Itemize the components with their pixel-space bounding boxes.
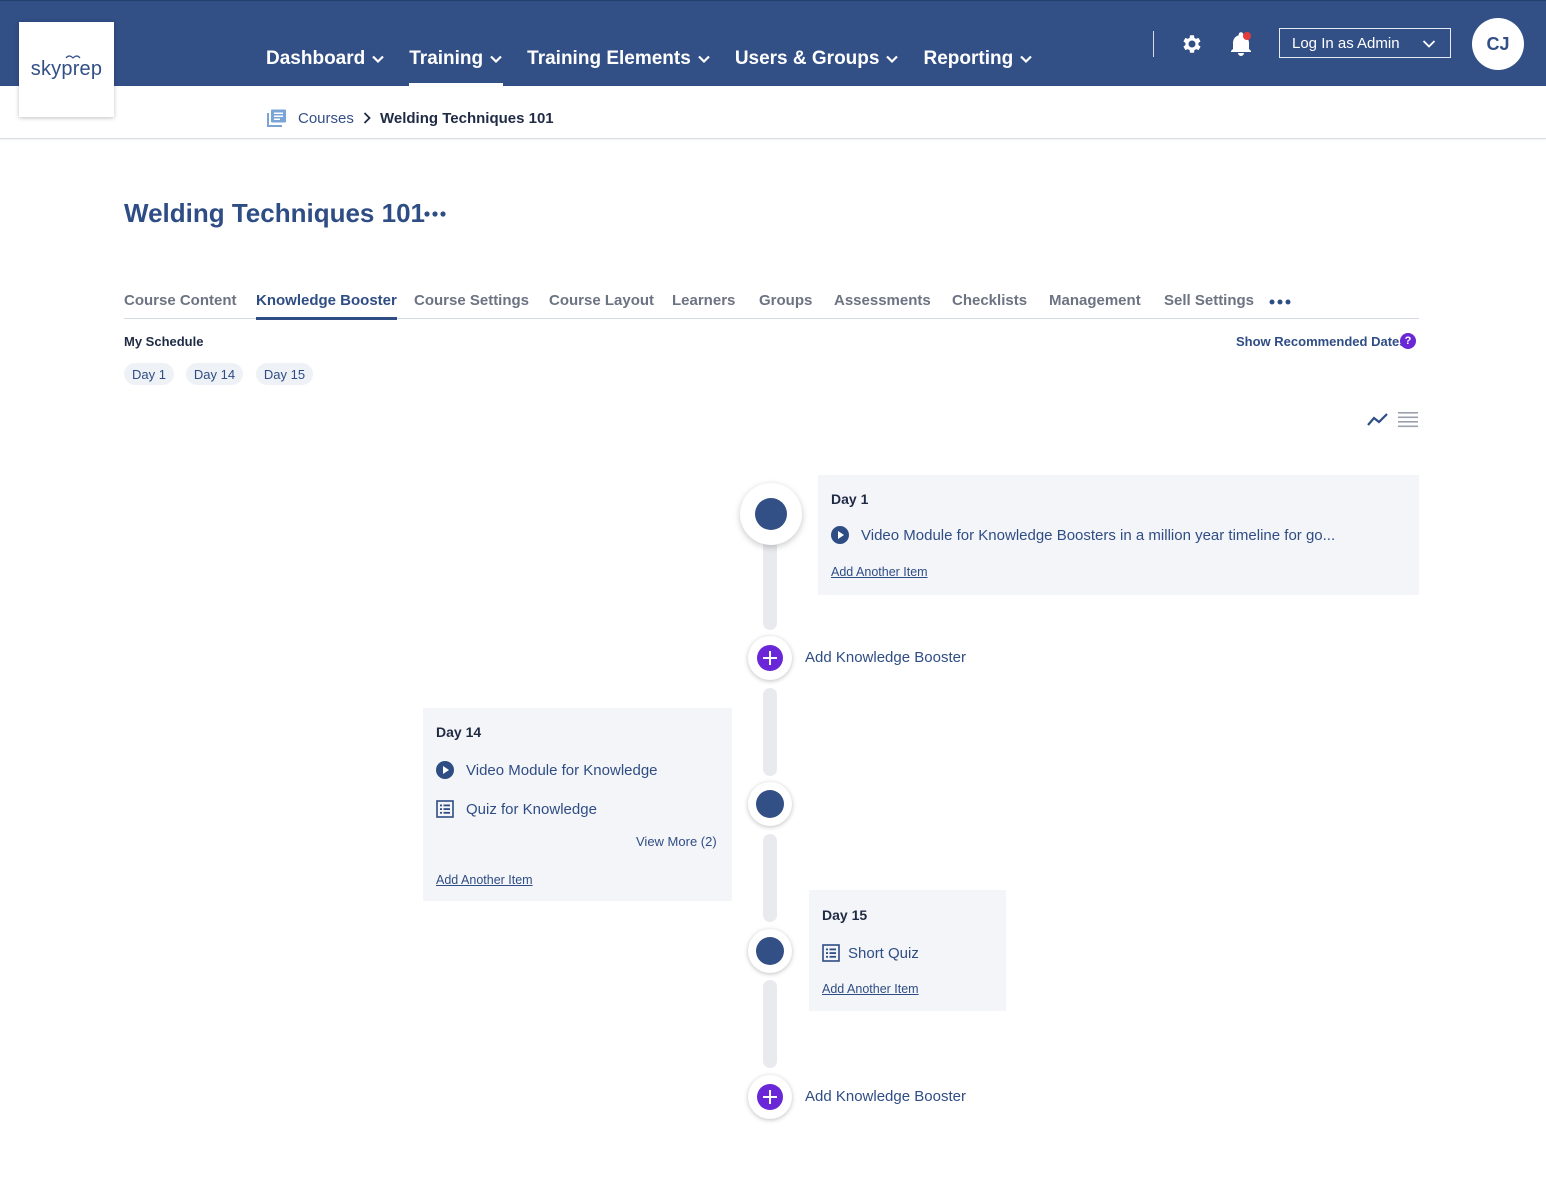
item-label: Video Module for Knowledge [466,761,658,779]
chevron-down-icon [886,55,899,64]
timeline-node-day-15[interactable] [748,929,792,973]
play-icon [831,526,849,544]
tab-knowledge-booster[interactable]: Knowledge Booster [256,292,397,320]
timeline-rail [763,688,777,776]
list-item[interactable]: Quiz for Knowledge [436,800,597,818]
chevron-down-icon [1422,40,1436,48]
trend-view-icon[interactable] [1367,412,1389,428]
add-knowledge-booster-label[interactable]: Add Knowledge Booster [805,1088,966,1105]
show-recommended-dates-button[interactable]: Show Recommended Dates [1236,334,1407,349]
tab-course-settings[interactable]: Course Settings [414,292,529,309]
item-label: Short Quiz [848,944,919,962]
timeline-dot [756,790,784,818]
header-divider [1153,31,1154,57]
timeline-dot [755,498,787,530]
notification-badge [1243,32,1251,40]
item-label: Video Module for Knowledge Boosters in a… [861,526,1336,544]
tab-management[interactable]: Management [1049,292,1141,309]
card-day-label: Day 15 [822,907,868,923]
chevron-right-icon [363,112,371,124]
add-knowledge-booster-button[interactable] [748,636,792,680]
tab-course-layout[interactable]: Course Layout [549,292,654,309]
add-knowledge-booster-label[interactable]: Add Knowledge Booster [805,649,966,666]
card-day-label: Day 1 [831,491,869,507]
tab-groups[interactable]: Groups [759,292,812,309]
day-chip[interactable]: Day 14 [186,363,243,385]
login-as-admin-select[interactable]: Log In as Admin [1279,28,1451,58]
courses-icon [267,109,286,127]
list-item[interactable]: Video Module for Knowledge Boosters in a… [831,526,1335,544]
nav-users-groups-label: Users & Groups [734,48,880,69]
plus-icon [757,1084,783,1110]
add-another-item-link[interactable]: Add Another Item [436,873,533,887]
nav-dashboard[interactable]: Dashboard [266,45,385,73]
help-icon[interactable]: ? [1400,333,1416,349]
skyprep-logo[interactable]: skyprep [19,22,114,117]
logo-text-sky: sky [30,58,62,80]
nav-training-elements[interactable]: Training Elements [527,45,711,73]
course-tabs: Course Content Knowledge Booster Course … [124,288,1419,320]
booster-card-day-14: Day 14 Video Module for Knowledge Quiz f… [423,708,732,901]
booster-card-day-1: Day 1 Video Module for Knowledge Booster… [818,475,1419,595]
timeline-rail [763,540,777,630]
help-icon-glyph: ? [1404,335,1412,347]
nav-reporting-label: Reporting [923,48,1014,69]
tab-assessments[interactable]: Assessments [834,292,931,309]
timeline-rail [763,834,777,922]
nav-users-groups[interactable]: Users & Groups [735,45,900,73]
item-label: Quiz for Knowledge [466,800,597,818]
timeline-dot [756,937,784,965]
chevron-down-icon [1020,55,1032,64]
main-nav: Dashboard Training Training Elements Use… [266,45,1057,86]
play-icon [436,761,454,779]
login-as-admin-label: Log In as Admin [1292,34,1400,52]
chevron-down-icon [372,55,385,64]
chevron-down-icon [490,55,502,64]
breadcrumb-courses-link[interactable]: Courses [298,110,354,127]
page-title: Welding Techniques 101 [124,198,425,228]
add-knowledge-booster-button[interactable] [748,1075,792,1119]
nav-training-label: Training [409,48,484,69]
breadcrumb-current: Welding Techniques 101 [380,110,554,127]
card-day-label: Day 14 [436,724,482,740]
logo-wordmark: skyprep [31,58,102,81]
timeline-rail [763,980,777,1068]
view-more-link[interactable]: View More (2) [636,834,717,849]
tab-checklists[interactable]: Checklists [952,292,1027,309]
timeline-node-day-14[interactable] [748,782,792,826]
plus-icon [757,645,783,671]
list-view-icon[interactable] [1398,411,1418,429]
breadcrumb: Courses Welding Techniques 101 [0,86,1546,139]
tab-learners[interactable]: Learners [672,292,735,309]
more-horizontal-icon[interactable] [423,207,447,221]
day-chip[interactable]: Day 1 [124,363,174,385]
logo-text-prep: prep [61,58,103,80]
add-another-item-link[interactable]: Add Another Item [822,982,919,996]
quiz-icon [822,944,840,962]
more-horizontal-icon[interactable] [1268,298,1292,306]
my-schedule-label: My Schedule [124,334,204,349]
nav-training-elements-label: Training Elements [527,48,691,69]
booster-card-day-15: Day 15 Short Quiz Add Another Item [809,890,1006,1011]
day-chip[interactable]: Day 15 [256,363,313,385]
chevron-down-icon [698,55,710,64]
nav-training[interactable]: Training [409,45,504,86]
tab-sell-settings[interactable]: Sell Settings [1164,292,1254,309]
top-navigation-bar: Dashboard Training Training Elements Use… [0,0,1546,86]
quiz-icon [436,800,454,818]
add-another-item-link[interactable]: Add Another Item [831,565,928,579]
list-item[interactable]: Short Quiz [822,944,919,962]
timeline-node-day-1[interactable] [740,483,802,545]
nav-reporting[interactable]: Reporting [923,45,1033,73]
avatar-initials: CJ [1486,33,1510,54]
bird-icon [65,55,81,59]
nav-dashboard-label: Dashboard [266,48,366,69]
list-item[interactable]: Video Module for Knowledge [436,761,658,779]
tab-course-content[interactable]: Course Content [124,292,237,309]
avatar[interactable]: CJ [1472,18,1524,70]
gear-icon[interactable] [1180,32,1204,56]
